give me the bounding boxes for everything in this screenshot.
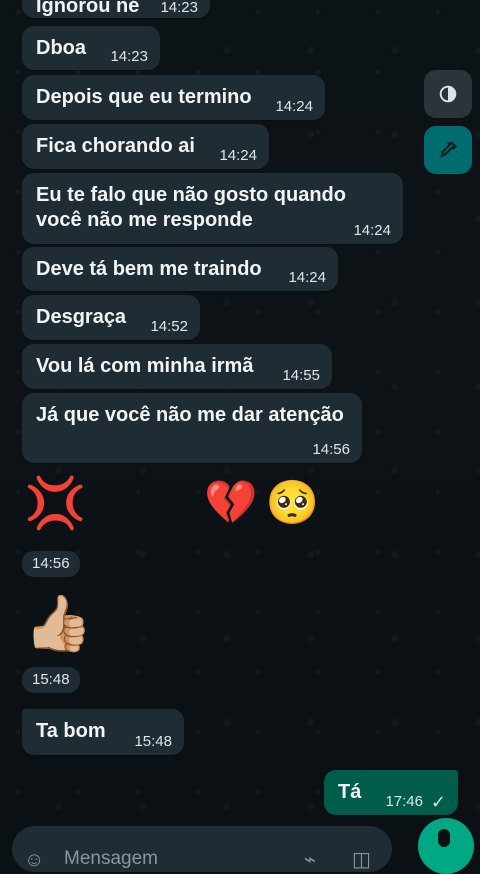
message-time-12: 15:48	[134, 733, 172, 750]
camera-icon[interactable]: ◫	[352, 850, 371, 870]
message-text-5: Eu te falo que não gosto quando você não…	[36, 184, 346, 231]
thumbs-up-message-row[interactable]: 👍🏼	[24, 596, 92, 651]
message-time-1: 14:23	[160, 0, 198, 16]
outgoing-message-time: 17:46	[385, 793, 423, 810]
message-bubble-1[interactable]: Ignorou né 14:23	[22, 0, 210, 18]
message-time-5: 14:24	[353, 222, 391, 239]
message-bubble-7[interactable]: Desgraça 14:52	[22, 295, 200, 340]
message-time-9: 14:56	[312, 441, 350, 458]
message-time-2: 14:23	[110, 48, 148, 65]
message-bubble-9[interactable]: Já que você não me dar atenção 14:56	[22, 393, 362, 463]
message-bubble-12[interactable]: Ta bom 15:48	[22, 709, 184, 755]
message-text-9: Já que você não me dar atenção	[36, 404, 344, 426]
message-text-8: Vou lá com minha irmã	[36, 355, 254, 377]
message-time-7: 14:52	[150, 318, 188, 335]
message-bubble-8[interactable]: Vou lá com minha irmã 14:55	[22, 344, 332, 389]
message-time-6: 14:24	[288, 269, 326, 286]
eyedropper-icon	[440, 141, 457, 158]
message-bubble-2[interactable]: Dboa 14:23	[22, 26, 160, 70]
message-placeholder: Mensagem	[64, 848, 158, 869]
message-time-8: 14:55	[282, 367, 320, 384]
message-text-3: Depois que eu termino	[36, 86, 252, 108]
eyedropper-button[interactable]	[424, 126, 472, 174]
contrast-button[interactable]	[424, 70, 472, 118]
message-bubble-5[interactable]: Eu te falo que não gosto quando você não…	[22, 173, 403, 244]
thumbs-up-message-time: 15:48	[22, 667, 80, 693]
anger-emoji: 💢	[24, 475, 87, 531]
emoji-icon[interactable]: ☺	[24, 850, 44, 870]
sent-check-icon: ✓	[430, 792, 446, 812]
microphone-button[interactable]	[418, 818, 474, 874]
outgoing-message-bubble[interactable]: Tá 17:46 ✓	[324, 770, 458, 815]
message-input[interactable]: ☺ Mensagem ⌁ ◫	[12, 826, 392, 872]
message-bubble-3[interactable]: Depois que eu termino 14:24	[22, 75, 325, 120]
broken-heart-emoji: 💔	[204, 478, 258, 527]
emoji-message-time: 14:56	[22, 551, 80, 577]
emoji-message-row[interactable]: 💢 💔 🥺	[24, 478, 319, 528]
message-bubble-6[interactable]: Deve tá bem me traindo 14:24	[22, 247, 338, 291]
thumbs-up-emoji: 👍🏼	[24, 592, 93, 654]
microphone-icon	[438, 829, 450, 847]
message-time-4: 14:24	[219, 147, 257, 164]
message-time-3: 14:24	[275, 98, 313, 115]
message-text-6: Deve tá bem me traindo	[36, 258, 262, 280]
pleading-face-emoji: 🥺	[265, 478, 320, 527]
contrast-icon	[439, 85, 457, 103]
message-bubble-4[interactable]: Fica chorando ai 14:24	[22, 124, 269, 169]
paperclip-icon[interactable]: ⌁	[304, 850, 316, 870]
